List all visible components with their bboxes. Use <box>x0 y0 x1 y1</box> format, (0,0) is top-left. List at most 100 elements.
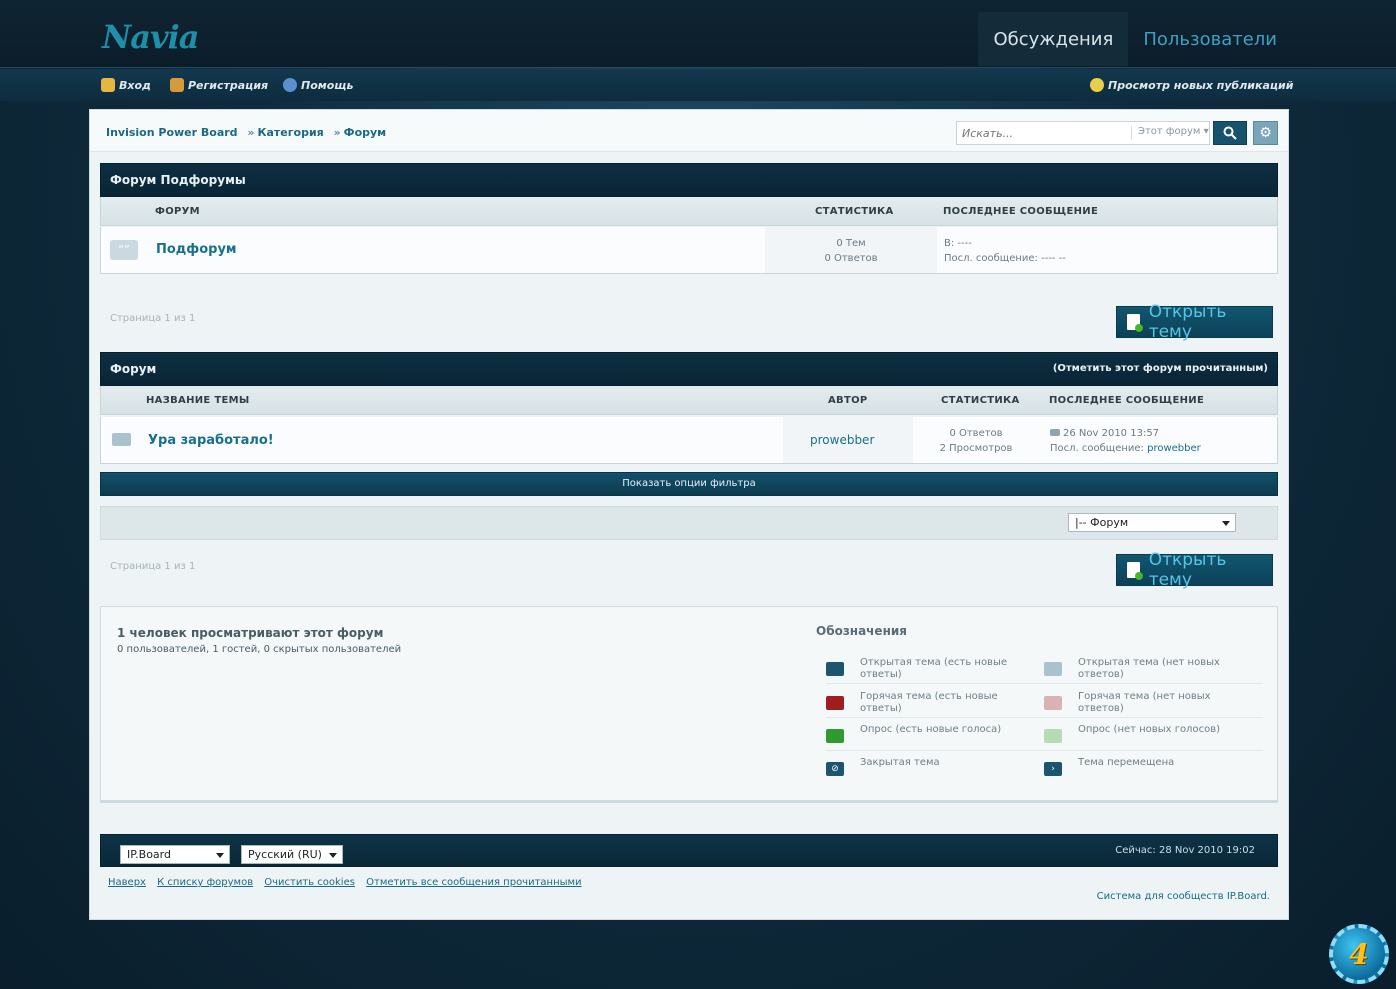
topic-row: Ура заработало! prowebber 0 Ответов 2 Пр… <box>100 417 1278 464</box>
legend-label: Тема перемещена <box>1078 757 1175 768</box>
search-button[interactable] <box>1213 121 1247 145</box>
language-select[interactable]: Русский (RU) <box>241 845 343 864</box>
legend-label: Закрытая тема <box>860 757 940 768</box>
language-value: Русский (RU) <box>248 848 322 861</box>
new-topic-icon <box>1127 562 1143 580</box>
main-content: Invision Power Board »Категория »Форум Э… <box>89 109 1289 920</box>
topic-author-link[interactable]: prowebber <box>810 433 874 447</box>
col-stats: СТАТИСТИКА <box>941 395 1020 406</box>
skin-select[interactable]: IP.Board <box>120 845 230 864</box>
topic-last-by: Посл. сообщение: prowebber <box>1050 443 1201 454</box>
topic-views: 2 Просмотров <box>939 443 1013 454</box>
legend-label: Горячая тема (нет новых ответов) <box>1078 691 1211 714</box>
subforum-link[interactable]: Подфорум <box>156 242 237 257</box>
legend-label: Опрос (нет новых голосов) <box>1078 724 1220 735</box>
subforums-title-bar: Форум Подфорумы <box>100 163 1278 197</box>
subforum-row: “” Подфорум 0 Тем 0 Ответов В: ---- Посл… <box>100 227 1278 274</box>
mark-all-read-link[interactable]: Отметить все сообщения прочитанными <box>366 877 581 888</box>
topic-author-cell: prowebber <box>783 417 913 463</box>
forum-jump-select[interactable]: |-- Форум <box>1068 513 1236 532</box>
tab-discussions[interactable]: Обсуждения <box>978 12 1129 66</box>
breadcrumb-item-home[interactable]: Invision Power Board <box>106 126 238 139</box>
breadcrumb-item-forum[interactable]: Форум <box>344 126 387 139</box>
key-icon <box>101 78 115 92</box>
search-input[interactable] <box>957 122 1129 144</box>
advanced-search-button[interactable]: ⚙ <box>1253 121 1278 145</box>
copyright[interactable]: Система для сообществ IP.Board. <box>1097 891 1270 902</box>
breadcrumb-bar: Invision Power Board »Категория »Форум Э… <box>90 110 1288 152</box>
col-author: АВТОР <box>828 395 868 406</box>
legend-label: Открытая тема (нет новых ответов) <box>1078 657 1220 680</box>
legend-item: Открытая тема (нет новых ответов) <box>1044 657 1244 681</box>
legend-label: Открытая тема (есть новые ответы) <box>860 657 1008 680</box>
help-label: Помощь <box>301 78 354 92</box>
chevron-down-icon <box>1222 521 1230 526</box>
search-scope-dropdown[interactable]: Этот форум ▾ <box>1131 126 1209 140</box>
board-index-link[interactable]: К списку форумов <box>157 877 253 888</box>
subforum-stats: 0 Тем 0 Ответов <box>765 227 937 273</box>
start-topic-button-top[interactable]: Открыть тему <box>1116 302 1273 342</box>
login-label: Вход <box>119 78 151 92</box>
topics-title-bar: Форум (Отметить этот форум прочитанным) <box>100 352 1278 386</box>
legend-item: Горячая тема (нет новых ответов) <box>1044 691 1244 715</box>
gear-icon: ⚙ <box>1259 125 1272 141</box>
comment-icon <box>1050 429 1060 436</box>
back-to-top-link[interactable]: Наверх <box>108 877 146 888</box>
hot-topic-new-icon <box>826 696 844 710</box>
col-topic-title: НАЗВАНИЕ ТЕМЫ <box>146 395 250 406</box>
breadcrumb-separator: » <box>247 126 255 139</box>
legend-label: Горячая тема (есть новые ответы) <box>860 691 998 714</box>
breadcrumb-item-category[interactable]: Категория <box>258 126 324 139</box>
new-content-link[interactable]: Просмотр новых публикаций <box>1090 78 1293 92</box>
chevron-down-icon <box>329 853 337 858</box>
footer-links: Наверх К списку форумов Очистить cookies… <box>108 877 590 888</box>
filter-options-bar[interactable]: Показать опции фильтра <box>100 472 1278 496</box>
topic-new-icon <box>826 662 844 676</box>
active-users-detail: 0 пользователей, 1 гостей, 0 скрытых пол… <box>117 644 402 655</box>
last-by-user-link[interactable]: prowebber <box>1147 443 1201 454</box>
legend-title: Обозначения <box>816 624 907 638</box>
start-topic-label: Открыть тему <box>1148 302 1227 342</box>
col-stats: СТАТИСТИКА <box>815 206 894 217</box>
last-post-by: Посл. сообщение: ---- -- <box>944 253 1066 264</box>
current-time: Сейчас: 28 Nov 2010 19:02 <box>1115 845 1255 856</box>
topic-link[interactable]: Ура заработало! <box>148 433 274 448</box>
last-by-label: Посл. сообщение: <box>1050 443 1144 454</box>
gear-badge-icon: 4 <box>1329 924 1389 984</box>
pagination-top: Страница 1 из 1 <box>110 313 196 324</box>
topic-last-date-text: 26 Nov 2010 13:57 <box>1063 428 1160 439</box>
help-icon <box>283 78 297 92</box>
forum-stats-panel: 1 человек просматривают этот форум 0 пол… <box>100 606 1278 803</box>
search-scope-label: Этот форум <box>1138 126 1201 137</box>
login-link[interactable]: Вход <box>101 78 151 92</box>
breadcrumb-separator: » <box>333 126 341 139</box>
help-link[interactable]: Помощь <box>283 78 353 92</box>
new-content-label: Просмотр новых публикаций <box>1108 78 1294 92</box>
clipboard-icon <box>170 78 184 92</box>
moved-topic-icon: › <box>1044 762 1062 776</box>
mark-forum-read-link[interactable]: (Отметить этот форум прочитанным) <box>1053 363 1268 374</box>
topic-status-icon <box>112 433 131 446</box>
speech-bubble-icon <box>1090 78 1104 92</box>
start-topic-button-bottom[interactable]: Открыть тему <box>1116 550 1273 590</box>
legend-item: Опрос (есть новые голоса) <box>826 724 1026 743</box>
skin-value: IP.Board <box>127 848 171 861</box>
register-link[interactable]: Регистрация <box>170 78 268 92</box>
topics-table-head: НАЗВАНИЕ ТЕМЫ АВТОР СТАТИСТИКА ПОСЛЕДНЕЕ… <box>100 386 1278 415</box>
active-users-title: 1 человек просматривают этот форум <box>117 626 384 640</box>
locked-topic-icon: ⊘ <box>826 762 844 776</box>
legend-row: ⊘ Закрытая тема › Тема перемещена <box>826 751 1263 784</box>
topic-no-new-icon <box>1044 662 1062 676</box>
legend-label: Опрос (есть новые голоса) <box>860 724 1002 735</box>
legend-item: Опрос (нет новых голосов) <box>1044 724 1244 743</box>
col-last-post: ПОСЛЕДНЕЕ СООБЩЕНИЕ <box>943 206 1099 217</box>
poll-new-icon <box>826 729 844 743</box>
col-forum: ФОРУМ <box>155 206 200 217</box>
forum-read-icon: “” <box>110 240 138 260</box>
topic-replies: 0 Ответов <box>949 428 1003 439</box>
logo[interactable]: Navia <box>102 18 199 56</box>
legend-row: Опрос (есть новые голоса) Опрос (нет нов… <box>826 718 1263 751</box>
legend-item: Открытая тема (есть новые ответы) <box>826 657 1026 681</box>
clear-cookies-link[interactable]: Очистить cookies <box>264 877 355 888</box>
tab-members[interactable]: Пользователи <box>1128 12 1292 66</box>
